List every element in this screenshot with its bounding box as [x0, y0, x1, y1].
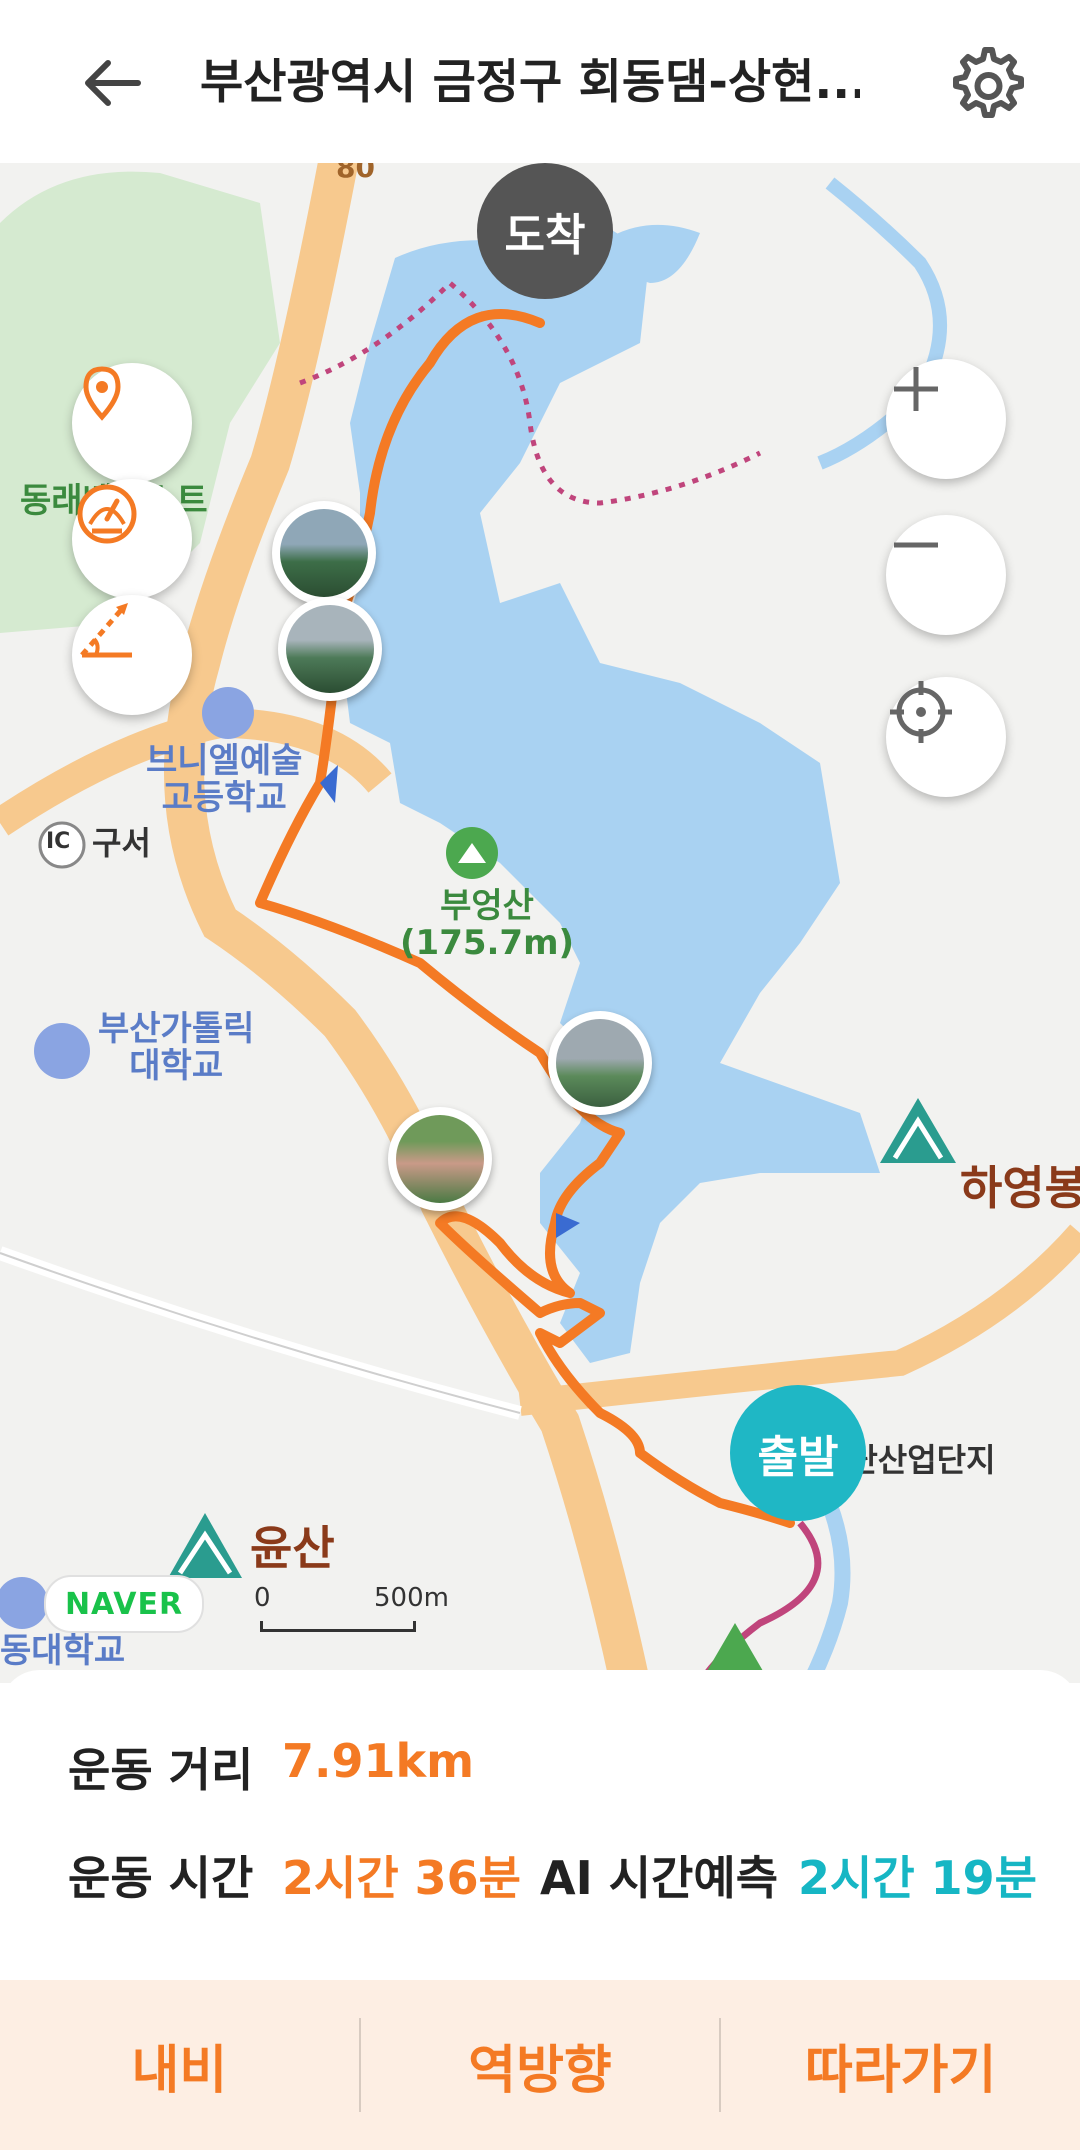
current-location-button[interactable]	[886, 677, 1006, 797]
naver-logo: NAVER	[44, 1575, 204, 1633]
settings-button[interactable]	[940, 38, 1030, 128]
map-view[interactable]: 동래베네스트 CC 브니엘예술 고등학교 IC 구서 부엉산 (175.7m) …	[0, 163, 1080, 1683]
plus-icon	[894, 367, 938, 411]
workout-info-panel: 운동 거리 7.91km 운동 시간 2시간 36분 AI 시간예측 2시간 1…	[0, 1670, 1080, 1980]
univ-icon	[34, 1023, 90, 1079]
location-pin-button[interactable]	[72, 363, 192, 483]
distance-label: 운동 거리	[68, 1743, 254, 1797]
hayoung-mountain-icon	[880, 1098, 956, 1163]
reverse-button[interactable]: 역방향	[361, 1980, 720, 2150]
route-photo-3[interactable]	[548, 1011, 652, 1115]
scale-bar	[260, 1621, 416, 1632]
back-button[interactable]	[70, 38, 160, 128]
scale-zero: 0	[254, 1583, 271, 1613]
route-photo-2[interactable]	[278, 597, 382, 701]
map-scale: 0 500m	[254, 1583, 454, 1633]
scale-distance: 500m	[374, 1583, 449, 1613]
page-title: 부산광역시 금정구 회동댐-상현...	[200, 55, 860, 110]
location-pin-icon	[83, 366, 121, 421]
guseo-label: 구서	[92, 824, 151, 862]
school-label: 브니엘예술 고등학교	[146, 741, 303, 819]
time-label: 운동 시간	[68, 1851, 254, 1905]
zoom-out-button[interactable]	[886, 515, 1006, 635]
univ2-label: 동대학교	[0, 1631, 126, 1671]
arrive-marker[interactable]: 도착	[477, 163, 613, 299]
ai-time-value: 2시간 19분	[798, 1851, 1037, 1905]
speedometer-icon	[77, 484, 137, 544]
school-icon-1	[202, 687, 254, 739]
yunsan-label: 윤산	[250, 1521, 335, 1575]
slope-icon	[80, 603, 132, 658]
univ2-icon	[0, 1577, 48, 1629]
distance-value: 7.91km	[282, 1734, 475, 1788]
yunsan-mountain-icon	[168, 1513, 242, 1578]
ai-time-label: AI 시간예측	[540, 1851, 779, 1905]
road-number-label: 80	[336, 163, 375, 184]
navi-button[interactable]: 내비	[0, 1980, 359, 2150]
univ-label: 부산가톨릭 대학교	[98, 1009, 255, 1087]
route-photo-4[interactable]	[388, 1107, 492, 1211]
bottom-action-bar: 내비 역방향 따라가기	[0, 1980, 1080, 2150]
crosshair-icon	[890, 681, 952, 743]
ic-label: IC	[46, 829, 71, 854]
road-west	[0, 1246, 522, 1420]
app-header: 부산광역시 금정구 회동댐-상현...	[0, 0, 1080, 163]
minus-icon	[894, 542, 938, 548]
zoom-in-button[interactable]	[886, 359, 1006, 479]
mountain-label: 부엉산 (175.7m)	[400, 886, 575, 964]
start-marker[interactable]: 출발	[730, 1385, 866, 1521]
route-photo-1[interactable]	[272, 501, 376, 605]
follow-button[interactable]: 따라가기	[721, 1980, 1080, 2150]
speedometer-button[interactable]	[72, 479, 192, 599]
gear-icon	[953, 47, 1024, 118]
hayoung-label: 하영봉	[960, 1161, 1080, 1215]
slope-button[interactable]	[72, 595, 192, 715]
time-value: 2시간 36분	[282, 1851, 521, 1905]
arrow-left-icon	[85, 60, 141, 106]
